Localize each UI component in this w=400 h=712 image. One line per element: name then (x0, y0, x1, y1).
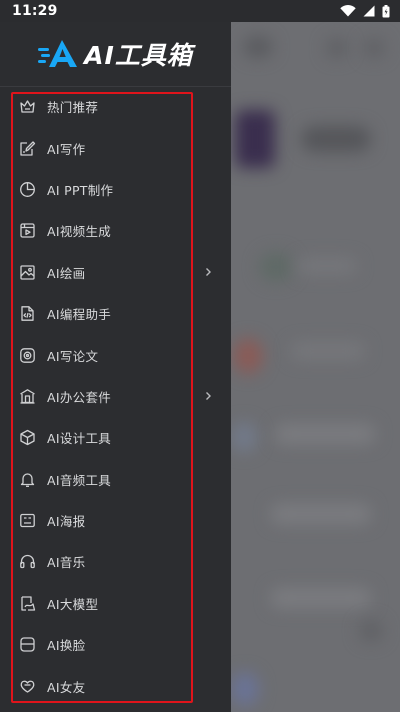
chevron-right-icon (203, 267, 213, 277)
highlight-frame (11, 92, 193, 703)
blurred-background[interactable] (231, 22, 400, 712)
chevron-right-icon (203, 391, 213, 401)
status-time: 11:29 (12, 3, 58, 19)
app-title: AI工具箱 (84, 41, 193, 70)
battery-icon (382, 4, 390, 18)
wifi-icon (340, 5, 356, 17)
screen: 11:29 AI工具箱 热门推荐 AI写作 AI PPT制作 AI视频生成 AI… (0, 0, 400, 712)
status-bar: 11:29 (0, 0, 400, 22)
drawer-header: AI工具箱 (0, 22, 231, 87)
signal-icon (363, 5, 375, 17)
logo-a-icon (38, 39, 80, 69)
navigation-drawer: AI工具箱 热门推荐 AI写作 AI PPT制作 AI视频生成 AI绘画 AI编… (0, 22, 231, 712)
status-icons (340, 4, 390, 18)
app-logo: AI工具箱 (38, 36, 193, 72)
